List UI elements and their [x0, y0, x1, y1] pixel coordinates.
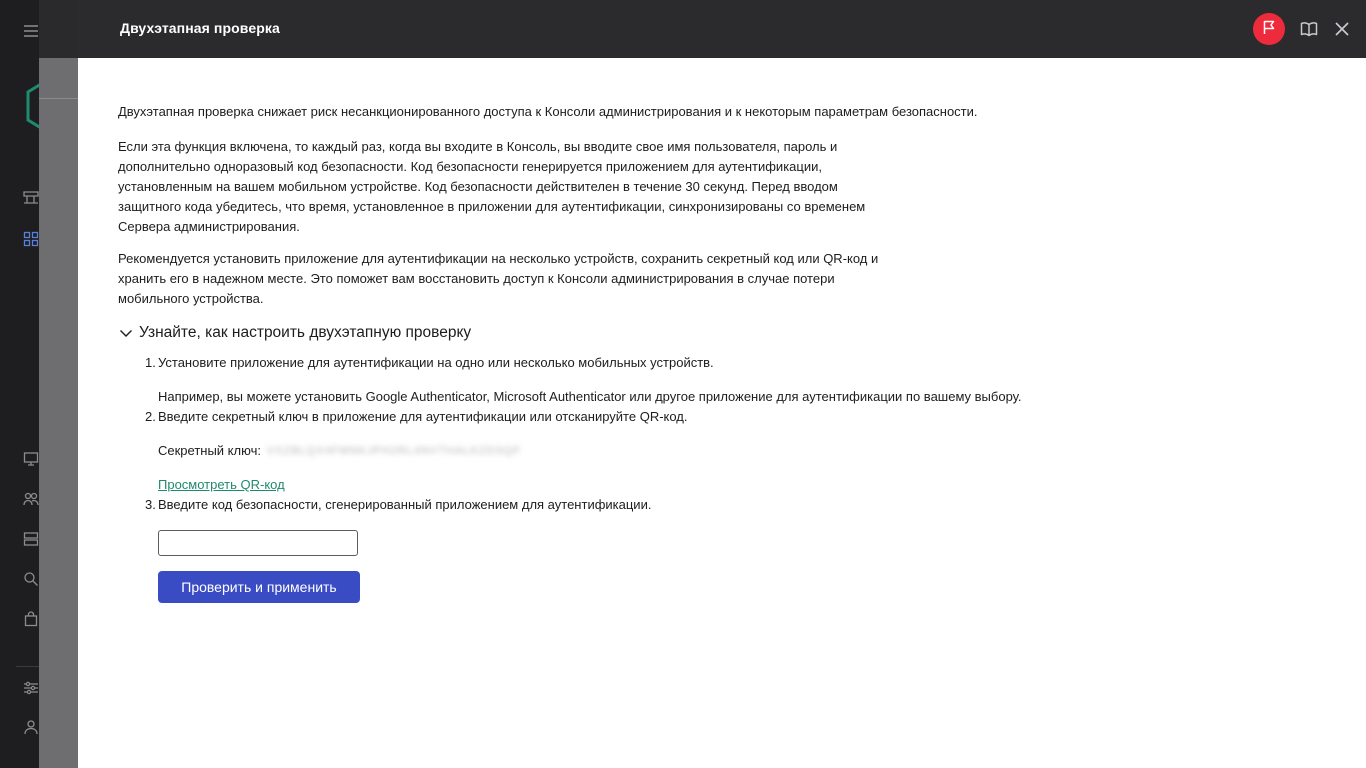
step-number: 3. — [145, 497, 156, 512]
drawer-title: Двухэтапная проверка — [120, 20, 280, 36]
drawer-body: Двухэтапная проверка снижает риск несанк… — [118, 102, 1298, 603]
step-item: 1. Установите приложение для аутентифика… — [118, 353, 1298, 407]
chevron-down-icon — [119, 326, 133, 340]
menu-icon[interactable] — [23, 23, 39, 39]
description-text: Если эта функция включена, то каждый раз… — [118, 139, 866, 234]
background-sidebar — [0, 0, 39, 768]
flag-icon — [1261, 19, 1277, 40]
step-text: Введите секретный ключ в приложение для … — [158, 409, 688, 424]
verify-and-apply-button[interactable]: Проверить и применить — [158, 571, 360, 603]
recommendation-text: Рекомендуется установить приложение для … — [118, 251, 879, 306]
flag-button[interactable] — [1253, 13, 1285, 45]
intro-text: Двухэтапная проверка снижает риск несанк… — [118, 104, 978, 119]
two-step-verification-drawer: Двухэтапная проверка Двухэтапная проверк… — [78, 0, 1366, 768]
step-number: 1. — [145, 355, 156, 370]
users-icon[interactable] — [23, 491, 39, 507]
step-text: Установите приложение для аутентификации… — [158, 355, 714, 370]
security-code-input[interactable] — [158, 530, 358, 556]
setup-instructions-expander[interactable]: Узнайте, как настроить двухэтапную прове… — [118, 323, 1298, 343]
user-icon[interactable] — [23, 719, 39, 735]
step-text: Введите код безопасности, сгенерированны… — [158, 497, 652, 512]
server-icon[interactable] — [23, 531, 39, 547]
help-button[interactable] — [1299, 19, 1319, 39]
drawer-header: Двухэтапная проверка — [78, 0, 1366, 58]
sidebar-divider — [16, 666, 39, 667]
step-note: Например, вы можете установить Google Au… — [158, 389, 1022, 404]
apps-icon[interactable] — [23, 231, 39, 247]
book-icon — [1299, 22, 1319, 43]
secret-key-row: Секретный ключ: VXZBLQX4FMNKJPH2RL4NVTHA… — [158, 441, 1298, 461]
logo-icon — [26, 82, 39, 130]
step-item: 2. Введите секретный ключ в приложение д… — [118, 407, 1298, 495]
settings-icon[interactable] — [23, 680, 39, 696]
step-number: 2. — [145, 409, 156, 424]
view-qr-code-link[interactable]: Просмотреть QR-код — [158, 475, 285, 495]
step-item: 3. Введите код безопасности, сгенерирова… — [118, 495, 1298, 515]
close-button[interactable] — [1332, 19, 1352, 39]
expander-label: Узнайте, как настроить двухэтапную прове… — [139, 324, 472, 341]
setup-steps-list: 1. Установите приложение для аутентифика… — [118, 353, 1298, 515]
search-icon[interactable] — [23, 571, 39, 587]
secret-key-label: Секретный ключ: — [158, 443, 261, 458]
dashboard-icon[interactable] — [23, 189, 39, 205]
close-icon — [1332, 22, 1352, 43]
secret-key-value: VXZBLQX4FMNKJPH2RL4NVTHALKZDSQF — [266, 445, 522, 457]
bag-icon[interactable] — [23, 611, 39, 627]
monitor-icon[interactable] — [23, 451, 39, 467]
